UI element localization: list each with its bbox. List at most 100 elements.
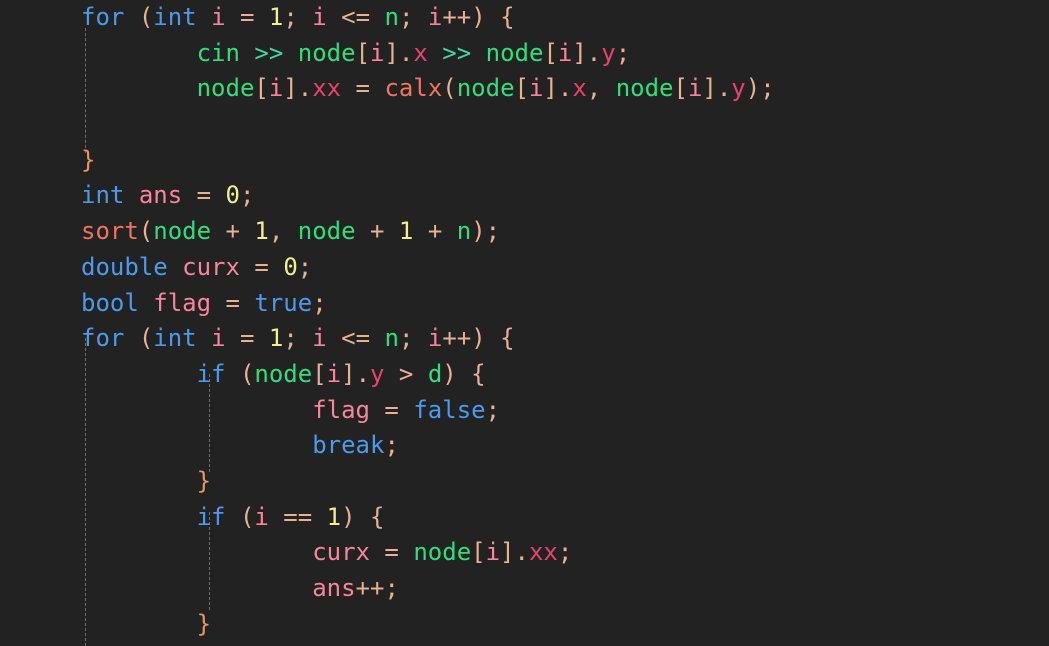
code-line[interactable]: for (int i = 1; i <= n; i++) {: [0, 321, 1049, 357]
code-token: =: [369, 538, 414, 567]
code-token: ==: [268, 502, 327, 531]
code-token: double: [81, 252, 168, 281]
code-line[interactable]: curx = node[i].xx;: [0, 535, 1049, 571]
code-line[interactable]: }: [0, 143, 1049, 179]
code-line[interactable]: double curx = 0;: [0, 250, 1049, 286]
code-line[interactable]: ans++;: [0, 571, 1049, 607]
code-token: flag: [312, 395, 370, 424]
code-token: [: [673, 74, 688, 103]
code-token: >>: [442, 38, 472, 67]
code-token: }: [81, 145, 96, 174]
code-line[interactable]: flag = false;: [0, 393, 1049, 429]
code-token: +: [211, 217, 255, 246]
code-token: i: [211, 3, 226, 31]
code-token: flag: [153, 288, 212, 317]
code-token: ]: [702, 74, 717, 103]
code-line[interactable]: for (int i = 1; i <= n; i++) {: [0, 0, 1049, 36]
code-token: cin: [196, 38, 240, 67]
code-line[interactable]: if (node[i].y > d) {: [0, 357, 1049, 393]
code-token: (: [138, 324, 154, 353]
code-token: if: [196, 502, 226, 531]
code-token: d: [427, 359, 443, 388]
code-token: node: [254, 359, 313, 388]
code-line[interactable]: }: [0, 464, 1049, 500]
code-token: [: [312, 359, 327, 388]
code-line[interactable]: break;: [0, 428, 1049, 464]
code-line[interactable]: cin >> node[i].x >> node[i].y;: [0, 36, 1049, 72]
code-token: +: [355, 217, 399, 246]
code-token: ) {: [442, 359, 486, 388]
code-line[interactable]: if (i == 1) {: [0, 500, 1049, 536]
code-token: ++;: [355, 574, 399, 602]
code-token: bool: [81, 288, 139, 317]
code-token: n: [456, 217, 472, 246]
code-token: ]: [543, 74, 558, 103]
code-token: }: [196, 609, 212, 638]
code-line[interactable]: int ans = 0;: [0, 178, 1049, 214]
code-token: int: [153, 3, 197, 31]
code-token: ]: [283, 74, 298, 103]
code-token: 0: [225, 181, 240, 210]
code-line[interactable]: sort(node + 1, node + 1 + n);: [0, 214, 1049, 250]
code-token: int: [81, 181, 125, 210]
code-content[interactable]: for (int i = 1; i <= n; i++) { cin >> no…: [0, 0, 1049, 646]
code-token: calx: [384, 74, 443, 103]
code-token: ,: [268, 217, 298, 246]
code-token: ]: [572, 38, 587, 67]
code-token: y: [731, 74, 746, 103]
code-token: xx: [528, 538, 558, 567]
code-token: .: [514, 538, 529, 567]
code-token: ;: [398, 324, 428, 353]
code-token: >>: [254, 38, 284, 67]
code-token: i: [485, 538, 501, 567]
code-token: <=: [326, 3, 385, 31]
code-token: node: [297, 217, 356, 246]
code-token: ans: [312, 574, 356, 602]
code-line[interactable]: node[i].xx = calx(node[i].x, node[i].y);: [0, 71, 1049, 107]
code-token: =: [239, 252, 284, 281]
code-token: =: [369, 395, 414, 424]
code-token: i: [211, 324, 226, 353]
code-token: ;: [398, 3, 428, 31]
code-token: 1: [268, 3, 284, 31]
code-token: ans: [138, 181, 183, 210]
code-token: xx: [312, 74, 342, 103]
code-line[interactable]: }: [0, 607, 1049, 643]
code-token: ]: [341, 359, 356, 388]
code-token: ]: [500, 538, 515, 567]
code-token: [: [254, 74, 269, 103]
code-token: i: [268, 74, 284, 103]
code-token: i: [370, 38, 385, 67]
code-token: ;: [615, 38, 631, 67]
code-line[interactable]: bool flag = true;: [0, 286, 1049, 322]
code-token: if: [196, 359, 226, 388]
code-token: sort: [81, 217, 139, 246]
code-token: true: [254, 288, 313, 317]
code-editor[interactable]: for (int i = 1; i <= n; i++) { cin >> no…: [0, 0, 1049, 646]
code-line[interactable]: [0, 107, 1049, 143]
code-token: .: [398, 38, 414, 67]
code-token: .: [557, 74, 573, 103]
code-line[interactable]: else {: [0, 642, 1049, 646]
code-token: .: [355, 359, 371, 388]
code-token: ) {: [341, 502, 385, 531]
code-token: ;: [283, 324, 313, 353]
code-token: curx: [182, 252, 240, 281]
code-token: i: [528, 74, 544, 103]
code-token: y: [370, 359, 385, 388]
code-token: 1: [326, 502, 342, 531]
